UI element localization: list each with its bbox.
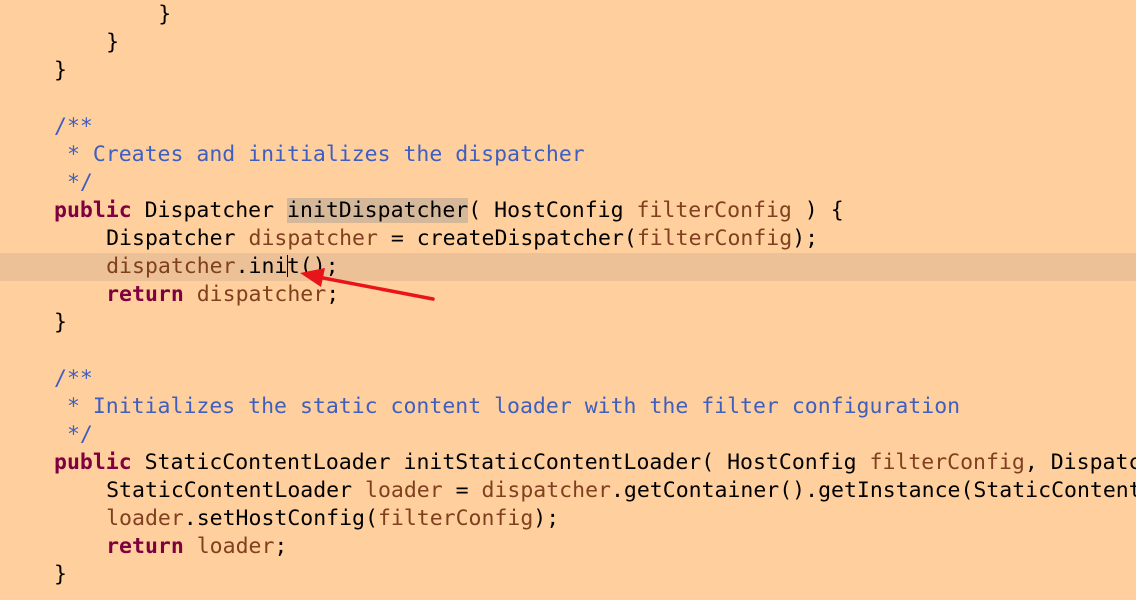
variable-token: dispatcher bbox=[106, 254, 236, 279]
code-line[interactable]: return loader; bbox=[0, 533, 1136, 561]
variable-token: filterConfig bbox=[377, 506, 534, 531]
code-line-content: return loader; bbox=[106, 533, 287, 561]
variable-token: loader bbox=[106, 506, 184, 531]
code-line[interactable]: */ bbox=[0, 169, 1136, 197]
variable-token: dispatcher bbox=[248, 226, 378, 251]
code-token: .ini bbox=[235, 254, 288, 279]
code-line-content: */ bbox=[54, 421, 93, 449]
code-line-content: /** bbox=[54, 113, 93, 141]
keyword-token: public bbox=[54, 198, 132, 223]
comment-token: */ bbox=[54, 170, 93, 195]
variable-token: dispatcher bbox=[481, 478, 611, 503]
code-line-content: * Creates and initializes the dispatcher bbox=[54, 141, 585, 169]
code-line[interactable]: } bbox=[0, 309, 1136, 337]
code-line[interactable]: } bbox=[0, 57, 1136, 85]
code-line-content: } bbox=[106, 29, 119, 57]
code-line[interactable]: } bbox=[0, 561, 1136, 589]
code-line[interactable] bbox=[0, 85, 1136, 113]
code-token: Dispatcher bbox=[131, 198, 288, 223]
keyword-token: public bbox=[54, 450, 132, 475]
code-line-content: } bbox=[158, 1, 171, 29]
code-token: ; bbox=[326, 282, 340, 307]
code-token: StaticContentLoader initStaticContentLoa… bbox=[131, 450, 870, 475]
code-token: ) { bbox=[791, 198, 844, 223]
code-token: StaticContentLoader bbox=[106, 478, 365, 503]
keyword-token: return bbox=[106, 282, 184, 307]
code-line[interactable]: /** bbox=[0, 365, 1136, 393]
code-token: ; bbox=[274, 534, 288, 559]
variable-token: filterConfig bbox=[636, 198, 792, 223]
comment-token: */ bbox=[54, 422, 93, 447]
code-line[interactable]: StaticContentLoader loader = dispatcher.… bbox=[0, 477, 1136, 505]
code-line[interactable]: } bbox=[0, 1, 1136, 29]
code-line-content: } bbox=[54, 57, 67, 85]
code-line[interactable]: */ bbox=[0, 421, 1136, 449]
code-token: ); bbox=[533, 506, 560, 531]
code-line[interactable]: * Creates and initializes the dispatcher bbox=[0, 141, 1136, 169]
code-line-content: Dispatcher dispatcher = createDispatcher… bbox=[106, 225, 818, 253]
code-line[interactable]: /** bbox=[0, 113, 1136, 141]
keyword-token: return bbox=[106, 534, 184, 559]
comment-token: /** bbox=[54, 114, 93, 139]
variable-token: filterConfig bbox=[636, 226, 793, 251]
code-token: } bbox=[54, 58, 67, 83]
code-token: = createDispatcher( bbox=[377, 226, 637, 251]
code-line[interactable]: public StaticContentLoader initStaticCon… bbox=[0, 449, 1136, 477]
code-token: ); bbox=[792, 226, 819, 251]
code-token: Dispatcher bbox=[106, 226, 249, 251]
comment-token: * Initializes the static content loader … bbox=[54, 394, 961, 419]
code-token: } bbox=[54, 310, 67, 335]
highlighted-occurrence-token: initDispatcher bbox=[287, 198, 469, 223]
variable-token: loader bbox=[365, 478, 443, 503]
code-line-content: return dispatcher; bbox=[106, 281, 339, 309]
variable-token: loader bbox=[196, 534, 275, 559]
comment-token: /** bbox=[54, 366, 93, 391]
code-line-content: /** bbox=[54, 365, 93, 393]
code-line-content: public Dispatcher initDispatcher( HostCo… bbox=[54, 197, 844, 225]
code-token: .getContainer().getInstance(StaticConten… bbox=[610, 478, 1136, 503]
variable-token: dispatcher bbox=[196, 282, 327, 307]
variable-token: filterConfig bbox=[869, 450, 1025, 475]
code-line[interactable]: return dispatcher; bbox=[0, 281, 1136, 309]
code-line-content: } bbox=[54, 309, 67, 337]
code-line[interactable]: } bbox=[0, 29, 1136, 57]
current-code-line[interactable]: dispatcher.init(); bbox=[0, 253, 1136, 281]
code-editor[interactable]: }}} /** * Creates and initializes the dis… bbox=[0, 0, 1136, 600]
code-line[interactable]: Dispatcher dispatcher = createDispatcher… bbox=[0, 225, 1136, 253]
code-line-content: * Initializes the static content loader … bbox=[54, 393, 960, 421]
code-line[interactable]: loader.setHostConfig(filterConfig); bbox=[0, 505, 1136, 533]
code-line-content: public StaticContentLoader initStaticCon… bbox=[54, 449, 1136, 477]
code-token: t(); bbox=[286, 254, 339, 279]
code-token: = bbox=[442, 478, 482, 503]
code-line-content: */ bbox=[54, 169, 93, 197]
code-token: , Dispatcher bbox=[1024, 450, 1136, 475]
code-line-content: dispatcher.init(); bbox=[106, 253, 339, 281]
code-token: } bbox=[158, 2, 172, 27]
code-line-content: StaticContentLoader loader = dispatcher.… bbox=[106, 477, 1136, 505]
comment-token: * Creates and initializes the dispatcher bbox=[54, 142, 585, 167]
code-token: } bbox=[54, 562, 67, 587]
code-line[interactable]: * Initializes the static content loader … bbox=[0, 393, 1136, 421]
code-line[interactable]: public Dispatcher initDispatcher( HostCo… bbox=[0, 197, 1136, 225]
code-token: } bbox=[106, 30, 120, 55]
code-line-content: loader.setHostConfig(filterConfig); bbox=[106, 505, 559, 533]
code-line[interactable] bbox=[0, 337, 1136, 365]
code-token: ( HostConfig bbox=[468, 198, 637, 223]
code-token: .setHostConfig( bbox=[183, 506, 378, 531]
code-line-content: } bbox=[54, 561, 67, 589]
